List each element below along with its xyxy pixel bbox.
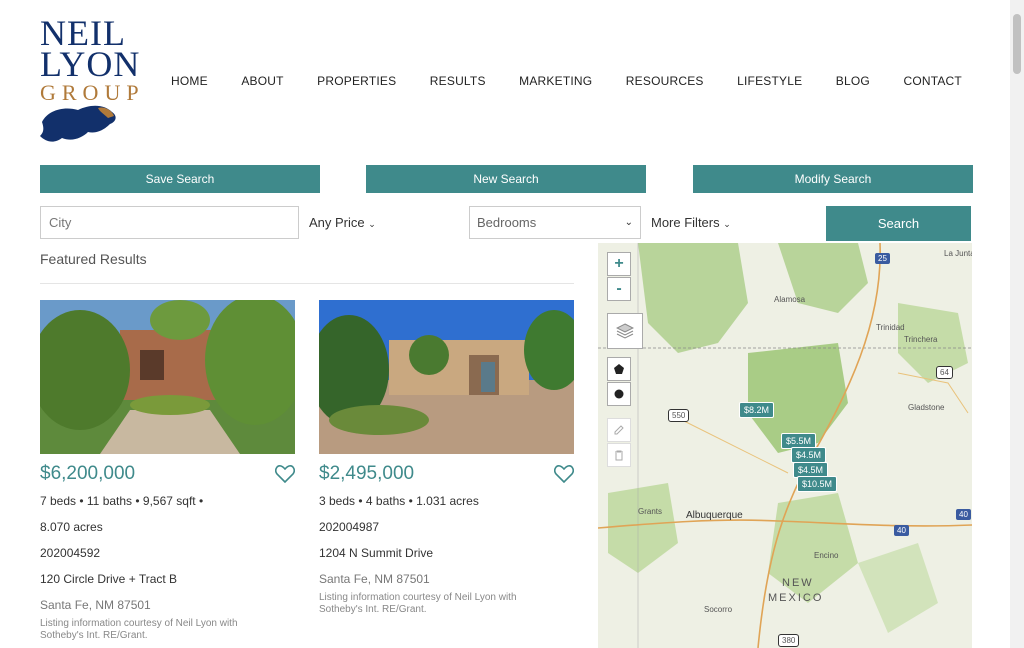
listing-courtesy: Listing information courtesy of Neil Lyo… bbox=[40, 618, 238, 641]
map-price-marker[interactable]: $4.5M bbox=[791, 447, 827, 463]
logo[interactable]: NEIL LYON GROUP bbox=[40, 15, 141, 146]
logo-line-2: LYON bbox=[40, 44, 141, 84]
nav-properties[interactable]: PROPERTIES bbox=[317, 74, 396, 88]
more-filters-dropdown[interactable]: More Filters ⌄ bbox=[651, 215, 731, 230]
listing-city: Santa Fe, NM 87501 bbox=[319, 572, 430, 586]
more-filters-label: More Filters bbox=[651, 215, 720, 230]
listing-card[interactable]: $6,200,000 7 beds • 11 baths • 9,567 sqf… bbox=[40, 300, 295, 641]
listing-card[interactable]: $2,495,000 3 beds • 4 baths • 1.031 acre… bbox=[319, 300, 574, 615]
favorite-heart-icon[interactable] bbox=[275, 465, 295, 483]
bedrooms-select[interactable]: Bedrooms ⌄ bbox=[469, 206, 641, 239]
page-scrollbar[interactable] bbox=[1010, 0, 1024, 648]
map-place-label: Grants bbox=[638, 507, 663, 516]
highway-shield-icon: 550 bbox=[668, 409, 690, 422]
search-actions: Save Search New Search Modify Search bbox=[40, 165, 973, 193]
modify-search-button[interactable]: Modify Search bbox=[693, 165, 973, 193]
interstate-shield-icon: 40 bbox=[894, 525, 909, 536]
nav-lifestyle[interactable]: LIFESTYLE bbox=[737, 74, 802, 88]
map-place-label: Trinchera bbox=[904, 335, 938, 344]
map-place-label: Encino bbox=[814, 551, 839, 560]
layers-icon[interactable] bbox=[607, 313, 643, 349]
interstate-shield-icon: 25 bbox=[875, 253, 890, 264]
city-input[interactable] bbox=[40, 206, 299, 239]
bedrooms-label: Bedrooms bbox=[477, 215, 537, 230]
price-dropdown[interactable]: Any Price ⌄ bbox=[309, 215, 376, 230]
map-place-label: Gladstone bbox=[908, 403, 945, 412]
nav-blog[interactable]: BLOG bbox=[836, 74, 870, 88]
listing-mls: 202004592 bbox=[40, 546, 101, 560]
nav-home[interactable]: HOME bbox=[171, 74, 208, 88]
map-price-marker[interactable]: $8.2M bbox=[739, 402, 775, 418]
draw-polygon-icon[interactable] bbox=[607, 357, 631, 381]
chevron-down-icon: ⌄ bbox=[368, 219, 376, 229]
nav-resources[interactable]: RESOURCES bbox=[626, 74, 704, 88]
edit-icon[interactable] bbox=[607, 418, 631, 442]
draw-circle-icon[interactable] bbox=[607, 382, 631, 406]
highway-shield-icon: 64 bbox=[936, 366, 953, 379]
listing-acres: 8.070 acres bbox=[40, 520, 103, 534]
divider bbox=[40, 283, 574, 284]
chevron-down-icon: ⌄ bbox=[624, 217, 633, 228]
listing-photo[interactable] bbox=[40, 300, 295, 454]
map-state-label: NEW bbox=[782, 577, 814, 589]
listing-price: $6,200,000 bbox=[40, 463, 136, 484]
listing-courtesy: Listing information courtesy of Neil Lyo… bbox=[319, 592, 517, 615]
map-place-label: Trinidad bbox=[876, 323, 905, 332]
main-nav: HOME ABOUT PROPERTIES RESULTS MARKETING … bbox=[171, 74, 962, 88]
map[interactable]: + - Alamosa Trinidad Trinchera Gladstone… bbox=[598, 243, 972, 648]
nav-contact[interactable]: CONTACT bbox=[903, 74, 962, 88]
interstate-shield-icon: 40 bbox=[956, 509, 971, 520]
map-place-label: La Junta bbox=[944, 249, 972, 258]
nav-about[interactable]: ABOUT bbox=[241, 74, 283, 88]
new-search-button[interactable]: New Search bbox=[366, 165, 646, 193]
listing-address[interactable]: 1204 N Summit Drive bbox=[319, 546, 433, 560]
nav-marketing[interactable]: MARKETING bbox=[519, 74, 592, 88]
map-place-label: Alamosa bbox=[774, 295, 806, 304]
featured-results-heading: Featured Results bbox=[40, 251, 147, 267]
price-label: Any Price bbox=[309, 215, 365, 230]
map-price-marker[interactable]: $10.5M bbox=[797, 476, 838, 492]
listing-price: $2,495,000 bbox=[319, 463, 415, 484]
listing-mls: 202004987 bbox=[319, 520, 380, 534]
listing-city: Santa Fe, NM 87501 bbox=[40, 598, 151, 612]
map-state-label: MEXICO bbox=[768, 592, 824, 604]
trash-icon[interactable] bbox=[607, 443, 631, 467]
zoom-in-button[interactable]: + bbox=[607, 252, 631, 276]
listing-address[interactable]: 120 Circle Drive + Tract B bbox=[40, 572, 177, 586]
listing-photo[interactable] bbox=[319, 300, 574, 454]
favorite-heart-icon[interactable] bbox=[554, 465, 574, 483]
save-search-button[interactable]: Save Search bbox=[40, 165, 320, 193]
nav-results[interactable]: RESULTS bbox=[430, 74, 486, 88]
highway-shield-icon: 380 bbox=[778, 634, 800, 647]
search-button[interactable]: Search bbox=[826, 206, 971, 241]
listing-details: 7 beds • 11 baths • 9,567 sqft • bbox=[40, 494, 204, 508]
scrollbar-thumb[interactable] bbox=[1013, 14, 1021, 74]
search-bar: Any Price ⌄ Bedrooms ⌄ More Filters ⌄ Se… bbox=[40, 206, 972, 242]
listing-details: 3 beds • 4 baths • 1.031 acres bbox=[319, 494, 479, 508]
map-place-label: Socorro bbox=[704, 605, 733, 614]
map-place-label: Albuquerque bbox=[686, 510, 743, 521]
chevron-down-icon: ⌄ bbox=[723, 219, 731, 229]
zoom-out-button[interactable]: - bbox=[607, 277, 631, 301]
lion-logo-icon bbox=[40, 105, 116, 142]
